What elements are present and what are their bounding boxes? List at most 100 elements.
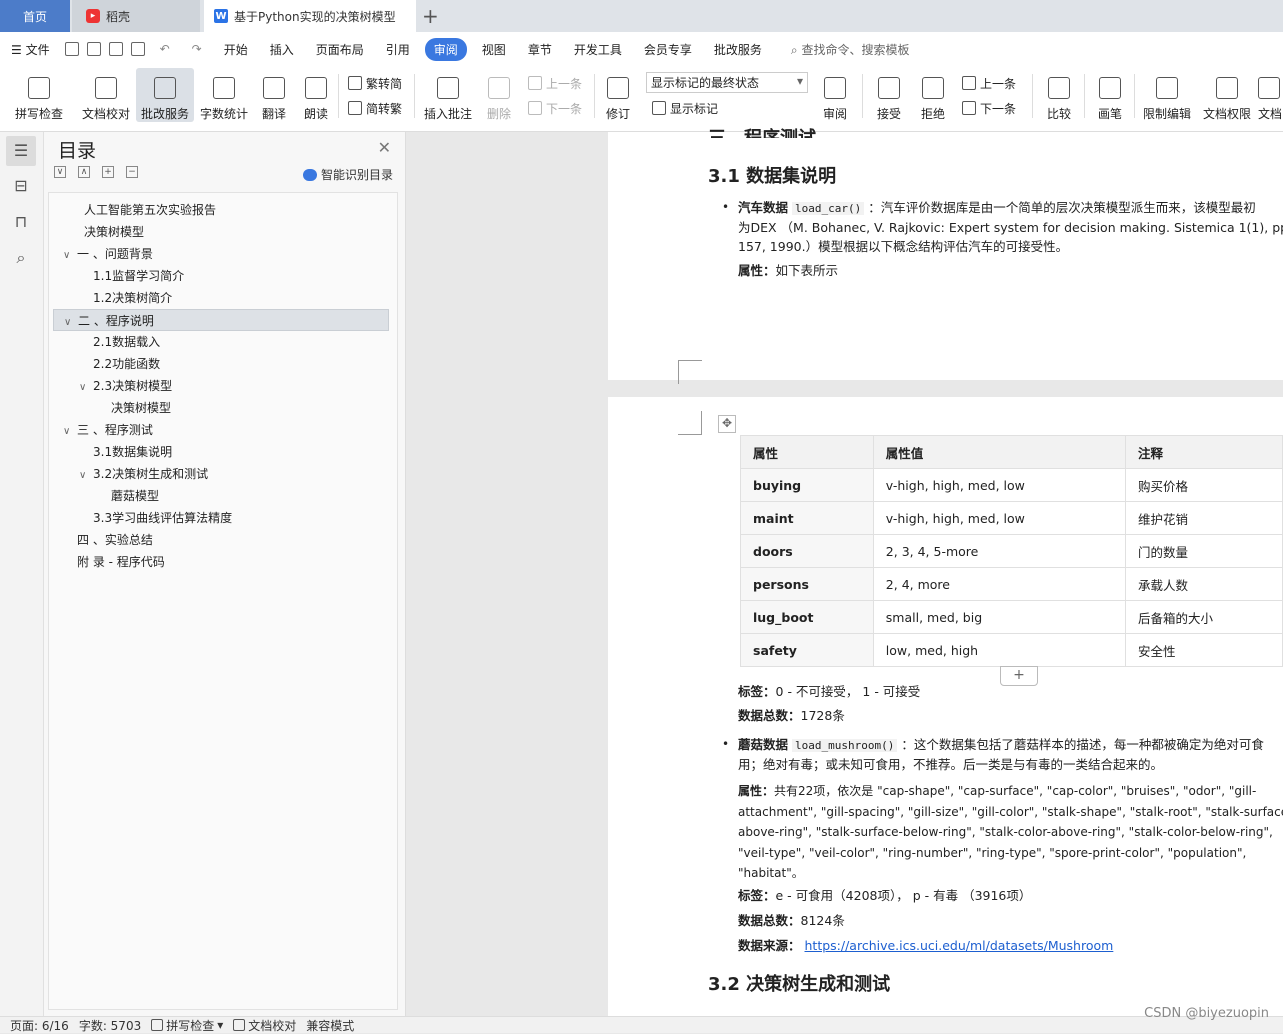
- revise-button[interactable]: 修订: [600, 68, 636, 122]
- review-pane-button[interactable]: 审阅: [816, 68, 854, 122]
- table-cell[interactable]: lug_boot: [740, 600, 874, 634]
- menu-item-home[interactable]: 开始: [213, 41, 259, 58]
- menu-item-view[interactable]: 视图: [471, 41, 517, 58]
- table-cell[interactable]: 安全性: [1125, 633, 1283, 667]
- table-cell[interactable]: 承载人数: [1125, 567, 1283, 601]
- add-row-button[interactable]: +: [1000, 666, 1038, 686]
- table-cell[interactable]: doors: [740, 534, 874, 568]
- menu-item-devtools[interactable]: 开发工具: [563, 41, 633, 58]
- expand-up-icon[interactable]: ∧: [78, 166, 90, 178]
- toc-item[interactable]: 蘑菇模型: [49, 485, 389, 507]
- menu-item-layout[interactable]: 页面布局: [305, 41, 375, 58]
- source-link[interactable]: https://archive.ics.uci.edu/ml/datasets/…: [805, 938, 1114, 953]
- table-cell[interactable]: 后备箱的大小: [1125, 600, 1283, 634]
- mark-state-select[interactable]: 显示标记的最终状态: [646, 72, 808, 93]
- tab-daoke[interactable]: ▸ 稻壳: [72, 0, 200, 32]
- menu-item-review[interactable]: 审阅: [424, 37, 467, 61]
- review-service-button[interactable]: 批改服务: [136, 68, 194, 122]
- command-search[interactable]: ⌕ 查找命令、搜索模板: [791, 41, 910, 58]
- menu-item-references[interactable]: 引用: [375, 41, 421, 58]
- close-icon[interactable]: ✕: [378, 138, 391, 157]
- undo-icon[interactable]: ↶: [149, 42, 181, 56]
- spell-check-status[interactable]: 拼写检查 ▾: [151, 1017, 223, 1034]
- word-count-indicator[interactable]: 字数: 5703: [79, 1017, 141, 1034]
- preview-icon[interactable]: [130, 42, 145, 56]
- toc-item[interactable]: ∨ 二 、程序说明: [53, 309, 389, 331]
- toc-item[interactable]: 人工智能第五次实验报告: [49, 199, 389, 221]
- menu-item-member[interactable]: 会员专享: [633, 41, 703, 58]
- search-panel-icon[interactable]: ⌕: [11, 248, 31, 268]
- bookmark-icon[interactable]: ⊓: [11, 212, 31, 232]
- collapse-all-icon[interactable]: ∨: [54, 166, 66, 178]
- export-icon[interactable]: [86, 42, 101, 56]
- table-cell[interactable]: v-high, high, med, low: [872, 468, 1127, 502]
- table-cell[interactable]: 2, 4, more: [872, 567, 1127, 601]
- toc-item[interactable]: 3.1数据集说明: [49, 441, 389, 463]
- table-cell[interactable]: 2, 3, 4, 5-more: [872, 534, 1127, 568]
- toc-item[interactable]: 附 录 - 程序代码: [49, 551, 389, 573]
- doc-more-button[interactable]: 文档: [1258, 68, 1283, 122]
- insert-comment-button[interactable]: 插入批注: [422, 68, 474, 122]
- new-tab-button[interactable]: +: [422, 4, 439, 28]
- chevron-down-icon[interactable]: ∨: [63, 421, 77, 443]
- to-simplified-button[interactable]: 简转繁: [348, 98, 402, 118]
- add-entry-icon[interactable]: +: [102, 166, 114, 178]
- show-marks-button[interactable]: 显示标记: [652, 98, 718, 118]
- page-indicator[interactable]: 页面: 6/16: [10, 1017, 69, 1034]
- tab-home[interactable]: 首页: [0, 0, 70, 32]
- toc-item[interactable]: 四 、实验总结: [49, 529, 389, 551]
- tab-document[interactable]: W 基于Python实现的决策树模型: [204, 0, 416, 32]
- doc-check-button[interactable]: 文档校对: [78, 68, 134, 122]
- pen-button[interactable]: 画笔: [1092, 68, 1128, 122]
- chevron-down-icon[interactable]: ∨: [63, 245, 77, 267]
- restrict-edit-button[interactable]: 限制编辑: [1140, 68, 1194, 122]
- table-cell[interactable]: 门的数量: [1125, 534, 1283, 568]
- toc-item[interactable]: 决策树模型: [49, 221, 389, 243]
- accept-button[interactable]: 接受: [870, 68, 908, 122]
- toc-item[interactable]: ∨ 一 、问题背景: [49, 243, 389, 265]
- chevron-down-icon[interactable]: ∨: [79, 465, 93, 487]
- toc-item[interactable]: 1.1监督学习简介: [49, 265, 389, 287]
- redo-icon[interactable]: ↷: [181, 42, 213, 56]
- table-cell[interactable]: safety: [740, 633, 874, 667]
- table-cell[interactable]: v-high, high, med, low: [872, 501, 1127, 535]
- table-cell[interactable]: buying: [740, 468, 874, 502]
- to-traditional-button[interactable]: 繁转简: [348, 73, 402, 93]
- toc-item[interactable]: 3.3学习曲线评估算法精度: [49, 507, 389, 529]
- table-cell[interactable]: maint: [740, 501, 874, 535]
- toc-item[interactable]: ∨ 三 、程序测试: [49, 419, 389, 441]
- delete-comment-button[interactable]: 删除: [480, 68, 518, 122]
- toc-item[interactable]: 1.2决策树简介: [49, 287, 389, 309]
- save-icon[interactable]: [64, 42, 79, 56]
- translate-button[interactable]: 翻译: [254, 68, 294, 122]
- toc-item[interactable]: 2.1数据载入: [49, 331, 389, 353]
- file-menu[interactable]: ☰ 文件: [0, 41, 61, 58]
- table-cell[interactable]: persons: [740, 567, 874, 601]
- table-cell[interactable]: 维护花销: [1125, 501, 1283, 535]
- table-move-handle-icon[interactable]: ✥: [718, 415, 736, 433]
- spell-check-button[interactable]: 拼写检查: [6, 68, 72, 122]
- word-count-button[interactable]: 字数统计: [198, 68, 250, 122]
- prev-comment-button[interactable]: 上一条: [528, 73, 582, 93]
- outline-icon[interactable]: ⊟: [11, 176, 31, 196]
- chevron-down-icon[interactable]: ∨: [79, 377, 93, 399]
- toc-panel-icon[interactable]: ☰: [6, 136, 36, 166]
- remove-entry-icon[interactable]: −: [126, 166, 138, 178]
- prev-change-button[interactable]: 上一条: [962, 73, 1016, 93]
- toc-item[interactable]: 决策树模型: [49, 397, 389, 419]
- doc-check-status[interactable]: 文档校对: [233, 1017, 296, 1034]
- menu-item-correction[interactable]: 批改服务: [703, 41, 773, 58]
- table-cell[interactable]: small, med, big: [872, 600, 1127, 634]
- next-change-button[interactable]: 下一条: [962, 98, 1016, 118]
- toc-item[interactable]: ∨ 2.3决策树模型: [49, 375, 389, 397]
- compare-button[interactable]: 比较: [1040, 68, 1078, 122]
- table-cell[interactable]: 购买价格: [1125, 468, 1283, 502]
- table-cell[interactable]: low, med, high: [872, 633, 1127, 667]
- smart-toc-button[interactable]: 智能识别目录: [302, 166, 393, 183]
- toc-item[interactable]: ∨ 3.2决策树生成和测试: [49, 463, 389, 485]
- menu-item-insert[interactable]: 插入: [259, 41, 305, 58]
- next-comment-button[interactable]: 下一条: [528, 98, 582, 118]
- read-aloud-button[interactable]: 朗读: [298, 68, 334, 122]
- toc-item[interactable]: 2.2功能函数: [49, 353, 389, 375]
- menu-item-chapter[interactable]: 章节: [517, 41, 563, 58]
